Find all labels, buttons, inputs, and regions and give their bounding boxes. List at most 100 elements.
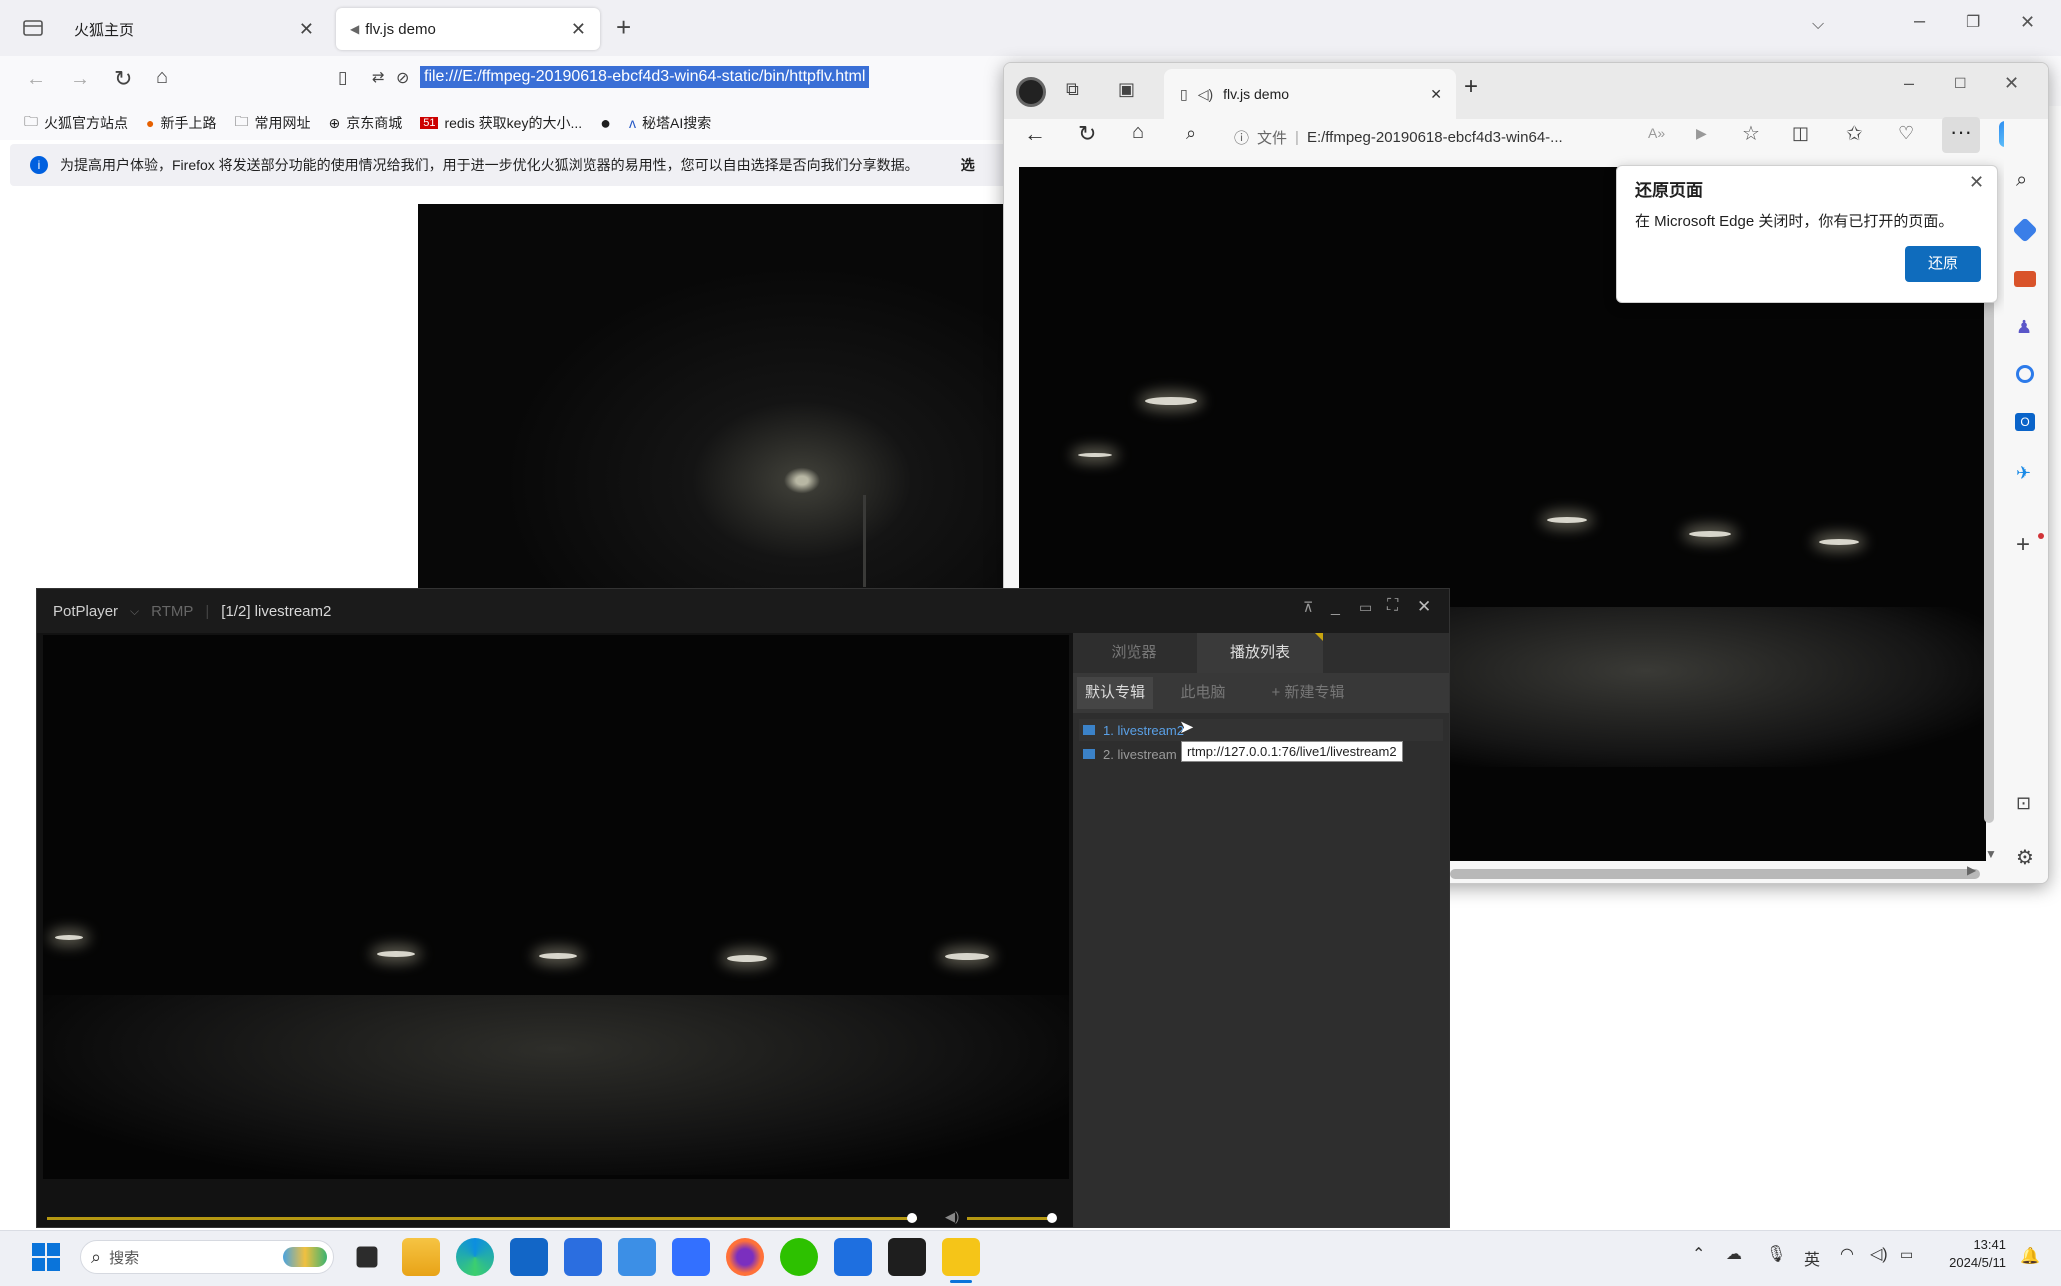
minimize-button[interactable]: _ bbox=[1331, 599, 1340, 617]
maximize-button[interactable]: ☐ bbox=[1954, 75, 1967, 92]
home-icon[interactable]: ⌂ bbox=[1132, 121, 1144, 144]
firefox-video-player[interactable] bbox=[418, 204, 1018, 588]
tab-flvjs-demo[interactable]: ◀ flv.js demo ✕ bbox=[336, 8, 600, 50]
vertical-scrollbar[interactable] bbox=[1984, 223, 1994, 823]
close-tab-icon[interactable]: ✕ bbox=[1430, 86, 1442, 103]
back-icon[interactable]: ← bbox=[1024, 121, 1046, 147]
home-icon[interactable]: ⌂ bbox=[156, 66, 168, 89]
tracking-protection-icon[interactable]: ⊘ bbox=[396, 68, 409, 88]
sidebar-copilot-icon[interactable] bbox=[2016, 365, 2034, 383]
subtab-default-album[interactable]: 默认专辑 bbox=[1077, 677, 1153, 709]
terminal-icon[interactable] bbox=[888, 1238, 926, 1276]
volume-icon[interactable]: ◀) bbox=[945, 1209, 959, 1225]
onedrive-icon[interactable]: ☁ bbox=[1726, 1244, 1742, 1264]
taskbar-search[interactable]: ⌕ 搜索 bbox=[80, 1240, 334, 1274]
clock[interactable]: 13:41 2024/5/11 bbox=[1936, 1236, 2006, 1272]
new-tab-button[interactable]: + bbox=[616, 12, 631, 43]
volume-slider[interactable] bbox=[967, 1213, 1057, 1223]
sidebar-outlook-icon[interactable]: O bbox=[2015, 413, 2035, 431]
close-window-button[interactable]: ✕ bbox=[2020, 12, 2035, 33]
notification-bell-icon[interactable]: 🔔 bbox=[2020, 1246, 2040, 1266]
minimize-button[interactable]: – bbox=[1914, 10, 1925, 33]
edge-tab-active[interactable]: ▯ ◁) flv.js demo ✕ bbox=[1164, 69, 1456, 119]
url-field[interactable]: file:///E:/ffmpeg-20190618-ebcf4d3-win64… bbox=[420, 66, 870, 88]
app-name-menu[interactable]: PotPlayer bbox=[53, 603, 118, 620]
file-explorer-icon[interactable] bbox=[402, 1238, 440, 1276]
maximize-button[interactable]: ❐ bbox=[1966, 12, 1980, 32]
wifi-icon[interactable]: ◠ bbox=[1840, 1244, 1854, 1264]
sidebar-tools-icon[interactable] bbox=[2014, 271, 2036, 287]
battery-icon[interactable]: ▭ bbox=[1900, 1246, 1913, 1263]
back-icon[interactable]: ← bbox=[26, 68, 46, 91]
more-menu-button[interactable]: ··· bbox=[1942, 117, 1980, 153]
speaker-icon[interactable]: ◁) bbox=[1198, 86, 1213, 103]
forward-icon[interactable]: → bbox=[70, 68, 90, 91]
new-tab-button[interactable]: + bbox=[1464, 73, 1478, 101]
volume-icon[interactable]: ◁) bbox=[1870, 1244, 1888, 1264]
close-tab-icon[interactable]: ✕ bbox=[571, 19, 586, 40]
tab-list-icon[interactable] bbox=[22, 18, 44, 38]
wechat-icon[interactable] bbox=[780, 1238, 818, 1276]
task-view-icon[interactable] bbox=[356, 1246, 378, 1268]
playlist-item[interactable]: 1. livestream2 bbox=[1079, 719, 1443, 741]
bookmark-item[interactable]: ʌ 秘塔AI搜索 bbox=[629, 113, 711, 133]
start-button[interactable] bbox=[32, 1243, 60, 1271]
scroll-down-arrow[interactable]: ▼ bbox=[1985, 847, 1997, 861]
profile-avatar[interactable] bbox=[1016, 77, 1046, 107]
favorites-icon[interactable]: ✩ bbox=[1846, 121, 1863, 146]
sidebar-send-icon[interactable]: ✈ bbox=[2016, 463, 2031, 484]
restore-button[interactable]: 还原 bbox=[1905, 246, 1981, 282]
browser-essentials-icon[interactable]: ♡ bbox=[1898, 123, 1914, 144]
reload-icon[interactable]: ↻ bbox=[114, 66, 132, 92]
edge-icon[interactable] bbox=[456, 1238, 494, 1276]
sidebar-games-icon[interactable]: ♟ bbox=[2016, 317, 2032, 338]
volume-handle[interactable] bbox=[1047, 1213, 1057, 1223]
vertical-tabs-icon[interactable]: ▣ bbox=[1118, 79, 1135, 100]
tab-browser[interactable]: 浏览器 bbox=[1073, 633, 1195, 673]
pin-icon[interactable]: ⊼ bbox=[1303, 599, 1313, 616]
reload-icon[interactable]: ↻ bbox=[1078, 121, 1096, 147]
notepad-icon[interactable] bbox=[564, 1238, 602, 1276]
address-bar[interactable]: ⓘ 文件 | E:/ffmpeg-20190618-ebcf4d3-win64-… bbox=[1234, 121, 1614, 153]
close-window-button[interactable]: ✕ bbox=[1417, 597, 1431, 617]
subtab-this-pc[interactable]: 此电脑 bbox=[1161, 677, 1245, 709]
tab-firefox-home[interactable]: 火狐主页 ✕ bbox=[60, 8, 328, 50]
favorite-star-icon[interactable]: ☆ bbox=[1742, 121, 1760, 146]
app-icon[interactable] bbox=[618, 1238, 656, 1276]
scroll-right-arrow[interactable]: ▶ bbox=[1967, 863, 1976, 877]
sidebar-add-icon[interactable]: + bbox=[2016, 531, 2030, 559]
feishu-icon[interactable] bbox=[672, 1238, 710, 1276]
subtab-new-album[interactable]: + 新建专辑 bbox=[1253, 677, 1363, 709]
horizontal-scrollbar[interactable] bbox=[1450, 869, 1980, 879]
sidebar-settings-icon[interactable]: ⚙ bbox=[2016, 845, 2034, 870]
bookmark-item[interactable]: ⊕ 京东商城 bbox=[328, 113, 402, 133]
tab-playlist[interactable]: 播放列表 bbox=[1197, 633, 1323, 673]
ime-indicator[interactable]: 英 bbox=[1804, 1246, 1820, 1270]
close-window-button[interactable]: ✕ bbox=[2004, 73, 2019, 94]
store-icon[interactable] bbox=[510, 1238, 548, 1276]
show-hidden-icons[interactable]: ⌃ bbox=[1692, 1244, 1705, 1264]
search-icon[interactable]: ⌕ bbox=[1186, 123, 1196, 144]
github-icon[interactable]: ● bbox=[600, 113, 611, 134]
microphone-icon[interactable]: 🎙 bbox=[1766, 1244, 1786, 1264]
potplayer-icon[interactable] bbox=[942, 1238, 980, 1276]
photos-icon[interactable] bbox=[834, 1238, 872, 1276]
fullscreen-button[interactable]: ⛶ bbox=[1387, 597, 1398, 615]
read-aloud-icon[interactable]: A» bbox=[1648, 125, 1665, 141]
sidebar-screenshot-icon[interactable]: ⊡ bbox=[2016, 793, 2031, 814]
maximize-button[interactable]: ▭ bbox=[1359, 599, 1372, 616]
notice-choose-link[interactable]: 选 bbox=[961, 155, 975, 175]
bookmark-item[interactable]: 🗀 火狐官方站点 bbox=[24, 111, 128, 135]
seek-bar[interactable] bbox=[47, 1213, 917, 1223]
split-screen-icon[interactable]: ◫ bbox=[1792, 123, 1809, 144]
minimize-button[interactable]: – bbox=[1904, 73, 1914, 94]
sidebar-search-icon[interactable]: ⌕ bbox=[2016, 169, 2027, 192]
bookmark-item[interactable]: 51 redis 获取key的大小... bbox=[420, 113, 582, 133]
potplayer-video[interactable] bbox=[43, 635, 1069, 1179]
seek-handle[interactable] bbox=[907, 1213, 917, 1223]
bookmark-item[interactable]: ● 新手上路 bbox=[146, 113, 216, 133]
close-tab-icon[interactable]: ✕ bbox=[299, 19, 314, 40]
workspaces-icon[interactable]: ⧉ bbox=[1066, 79, 1079, 100]
close-popup-icon[interactable]: ✕ bbox=[1969, 172, 1984, 193]
permissions-icon[interactable]: ⇄ bbox=[372, 68, 385, 86]
